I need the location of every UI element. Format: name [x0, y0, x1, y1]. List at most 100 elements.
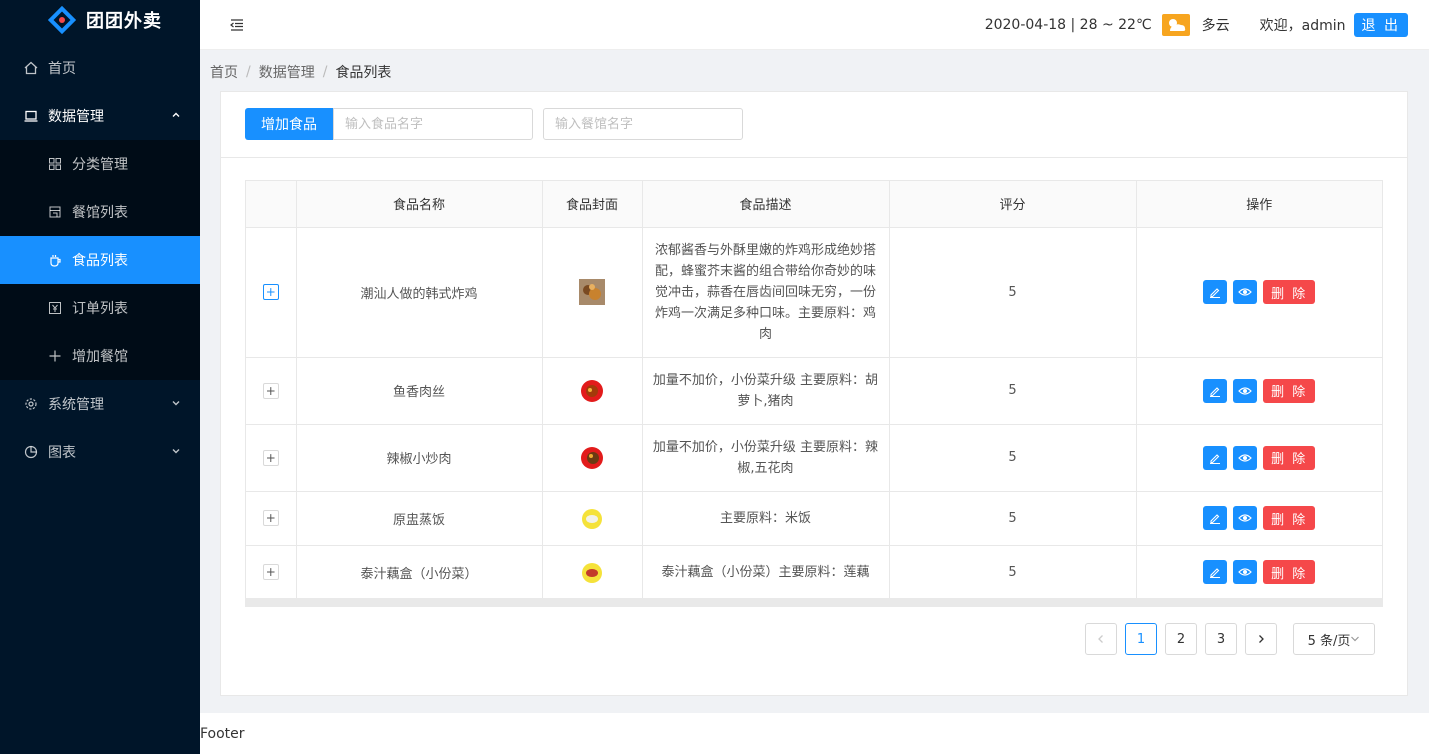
sidebar-item-label: 系统管理	[48, 397, 104, 413]
ops-cell: 删 除	[1136, 357, 1382, 425]
col-header-name: 食品名称	[296, 181, 543, 228]
expand-cell: +	[246, 227, 297, 358]
edit-icon	[1210, 288, 1221, 298]
breadcrumb-home[interactable]: 首页	[210, 62, 238, 82]
col-expand	[246, 181, 297, 228]
eye-icon	[1238, 568, 1253, 576]
page-button-2[interactable]: 2	[1165, 623, 1197, 655]
page-size-select[interactable]: 5 条/页	[1293, 623, 1375, 655]
sidebar-item-label: 增加餐馆	[72, 349, 128, 365]
food-name: 鱼香肉丝	[296, 357, 543, 425]
sidebar-item-orders[interactable]: 订单列表	[0, 284, 200, 332]
weather-info: 2020-04-18 | 28 ~ 22℃	[984, 17, 1152, 33]
food-name: 辣椒小炒肉	[296, 424, 543, 492]
pie-chart-icon	[24, 445, 38, 459]
chevron-down-icon	[172, 401, 180, 406]
logout-button[interactable]: 退 出	[1353, 13, 1408, 37]
edit-icon	[1210, 514, 1221, 524]
table-horizontal-scrollbar[interactable]	[245, 598, 1383, 607]
expand-row-button[interactable]: +	[262, 564, 279, 580]
sidebar-item-foods[interactable]: 食品列表	[0, 236, 200, 284]
logo-icon	[48, 6, 76, 34]
expand-row-button[interactable]: +	[262, 510, 279, 526]
edit-button[interactable]	[1203, 445, 1228, 470]
food-cover-image	[582, 563, 602, 583]
header-right: 2020-04-18 | 28 ~ 22℃ 多云 欢迎，admin 退 出	[985, 12, 1408, 38]
chevron-left-icon	[1098, 635, 1103, 643]
laptop-icon	[24, 109, 38, 123]
sidebar-item-label: 数据管理	[48, 109, 104, 125]
edit-button[interactable]	[1203, 560, 1228, 584]
food-desc: 加量不加价，小份菜升级 主要原料：胡萝卜,猪肉	[642, 357, 890, 425]
yen-icon	[48, 301, 62, 315]
add-food-button[interactable]: 增加食品	[245, 108, 333, 140]
page-button-3[interactable]: 3	[1205, 623, 1237, 655]
sidebar-item-add-restaurant[interactable]: 增加餐馆	[0, 332, 200, 380]
top-header: 2020-04-18 | 28 ~ 22℃ 多云 欢迎，admin 退 出	[200, 0, 1429, 50]
sidebar-menu: 首页 数据管理 分类管理 餐馆列表 食品列表 订单列表 增加餐馆 系统管理 图表	[0, 44, 200, 476]
footer: Footer	[200, 713, 1429, 754]
food-cover-image	[581, 446, 603, 469]
eye-icon	[1238, 514, 1253, 522]
menu-fold-icon[interactable]	[230, 18, 244, 32]
food-rating: 5	[889, 424, 1137, 492]
delete-button[interactable]: 删 除	[1263, 378, 1316, 403]
food-desc: 泰汁藕盒（小份菜）主要原料：莲藕	[642, 545, 890, 600]
gear-icon	[24, 397, 38, 411]
food-rating: 5	[889, 227, 1137, 358]
delete-button[interactable]: 删 除	[1263, 506, 1316, 530]
breadcrumb-section[interactable]: 数据管理	[259, 62, 315, 82]
edit-button[interactable]	[1203, 280, 1228, 304]
view-button[interactable]	[1233, 378, 1258, 403]
sidebar-item-label: 餐馆列表	[72, 205, 128, 221]
table-row: + 潮汕人做的韩式炸鸡 浓郁酱香与外酥里嫩的炸鸡形成绝妙搭配，蜂蜜芥末酱的组合带…	[246, 227, 1382, 358]
view-button[interactable]	[1233, 280, 1258, 304]
page-button-1[interactable]: 1	[1125, 623, 1157, 655]
delete-button[interactable]: 删 除	[1263, 445, 1316, 470]
delete-button[interactable]: 删 除	[1263, 560, 1316, 584]
food-desc: 浓郁酱香与外酥里嫩的炸鸡形成绝妙搭配，蜂蜜芥末酱的组合带给你奇妙的味觉冲击，蒜香…	[642, 227, 890, 358]
col-header-ops: 操作	[1136, 181, 1382, 228]
table-row: + 泰汁藕盒（小份菜） 泰汁藕盒（小份菜）主要原料：莲藕 5 删 除	[246, 545, 1382, 600]
content-card: 增加食品 食品名称 食品封面 食品描述 评分 操作 +	[220, 91, 1408, 696]
weather-desc: 多云	[1201, 18, 1230, 34]
edit-button[interactable]	[1203, 506, 1228, 530]
food-cover-image	[582, 509, 602, 529]
table-header-row: 食品名称 食品封面 食品描述 评分 操作	[246, 181, 1382, 228]
col-header-desc: 食品描述	[642, 181, 890, 228]
next-page-button[interactable]	[1245, 623, 1277, 655]
view-button[interactable]	[1233, 506, 1258, 530]
view-button[interactable]	[1233, 560, 1258, 584]
sidebar-item-system-management[interactable]: 系统管理	[0, 380, 200, 428]
sidebar-item-categories[interactable]: 分类管理	[0, 140, 200, 188]
chevron-right-icon	[1259, 635, 1264, 643]
cover-cell	[542, 424, 643, 492]
expand-row-button[interactable]: +	[262, 382, 279, 399]
submenu-data-management: 分类管理 餐馆列表 食品列表 订单列表 增加餐馆	[0, 140, 200, 380]
sidebar-item-label: 分类管理	[72, 157, 128, 173]
food-name-input[interactable]	[333, 108, 533, 140]
app-name: 团团外卖	[86, 11, 162, 32]
sidebar-item-label: 首页	[48, 61, 76, 77]
view-button[interactable]	[1233, 445, 1258, 470]
edit-button[interactable]	[1203, 378, 1228, 403]
food-desc: 加量不加价，小份菜升级 主要原料：辣椒,五花肉	[642, 424, 890, 492]
sidebar-item-restaurants[interactable]: 餐馆列表	[0, 188, 200, 236]
edit-icon	[1210, 386, 1221, 397]
table-row: + 辣椒小炒肉 加量不加价，小份菜升级 主要原料：辣椒,五花肉 5 删 除	[246, 424, 1382, 492]
restaurant-name-input[interactable]	[543, 108, 743, 140]
expand-row-button[interactable]: +	[262, 449, 279, 466]
sidebar-item-label: 订单列表	[72, 301, 128, 317]
toolbar: 增加食品	[221, 92, 1407, 158]
delete-button[interactable]: 删 除	[1263, 280, 1316, 304]
edit-icon	[1210, 568, 1221, 578]
sidebar-item-data-management[interactable]: 数据管理	[0, 92, 200, 140]
expand-row-button[interactable]: +	[262, 284, 279, 300]
prev-page-button[interactable]	[1085, 623, 1117, 655]
sidebar-item-charts[interactable]: 图表	[0, 428, 200, 476]
sidebar-item-home[interactable]: 首页	[0, 44, 200, 92]
food-cover-image	[579, 279, 605, 305]
food-table: 食品名称 食品封面 食品描述 评分 操作 + 潮汕人做的韩式炸鸡 浓郁酱香与外酥…	[245, 180, 1383, 600]
ops-cell: 删 除	[1136, 424, 1382, 492]
grid-icon	[48, 157, 62, 171]
